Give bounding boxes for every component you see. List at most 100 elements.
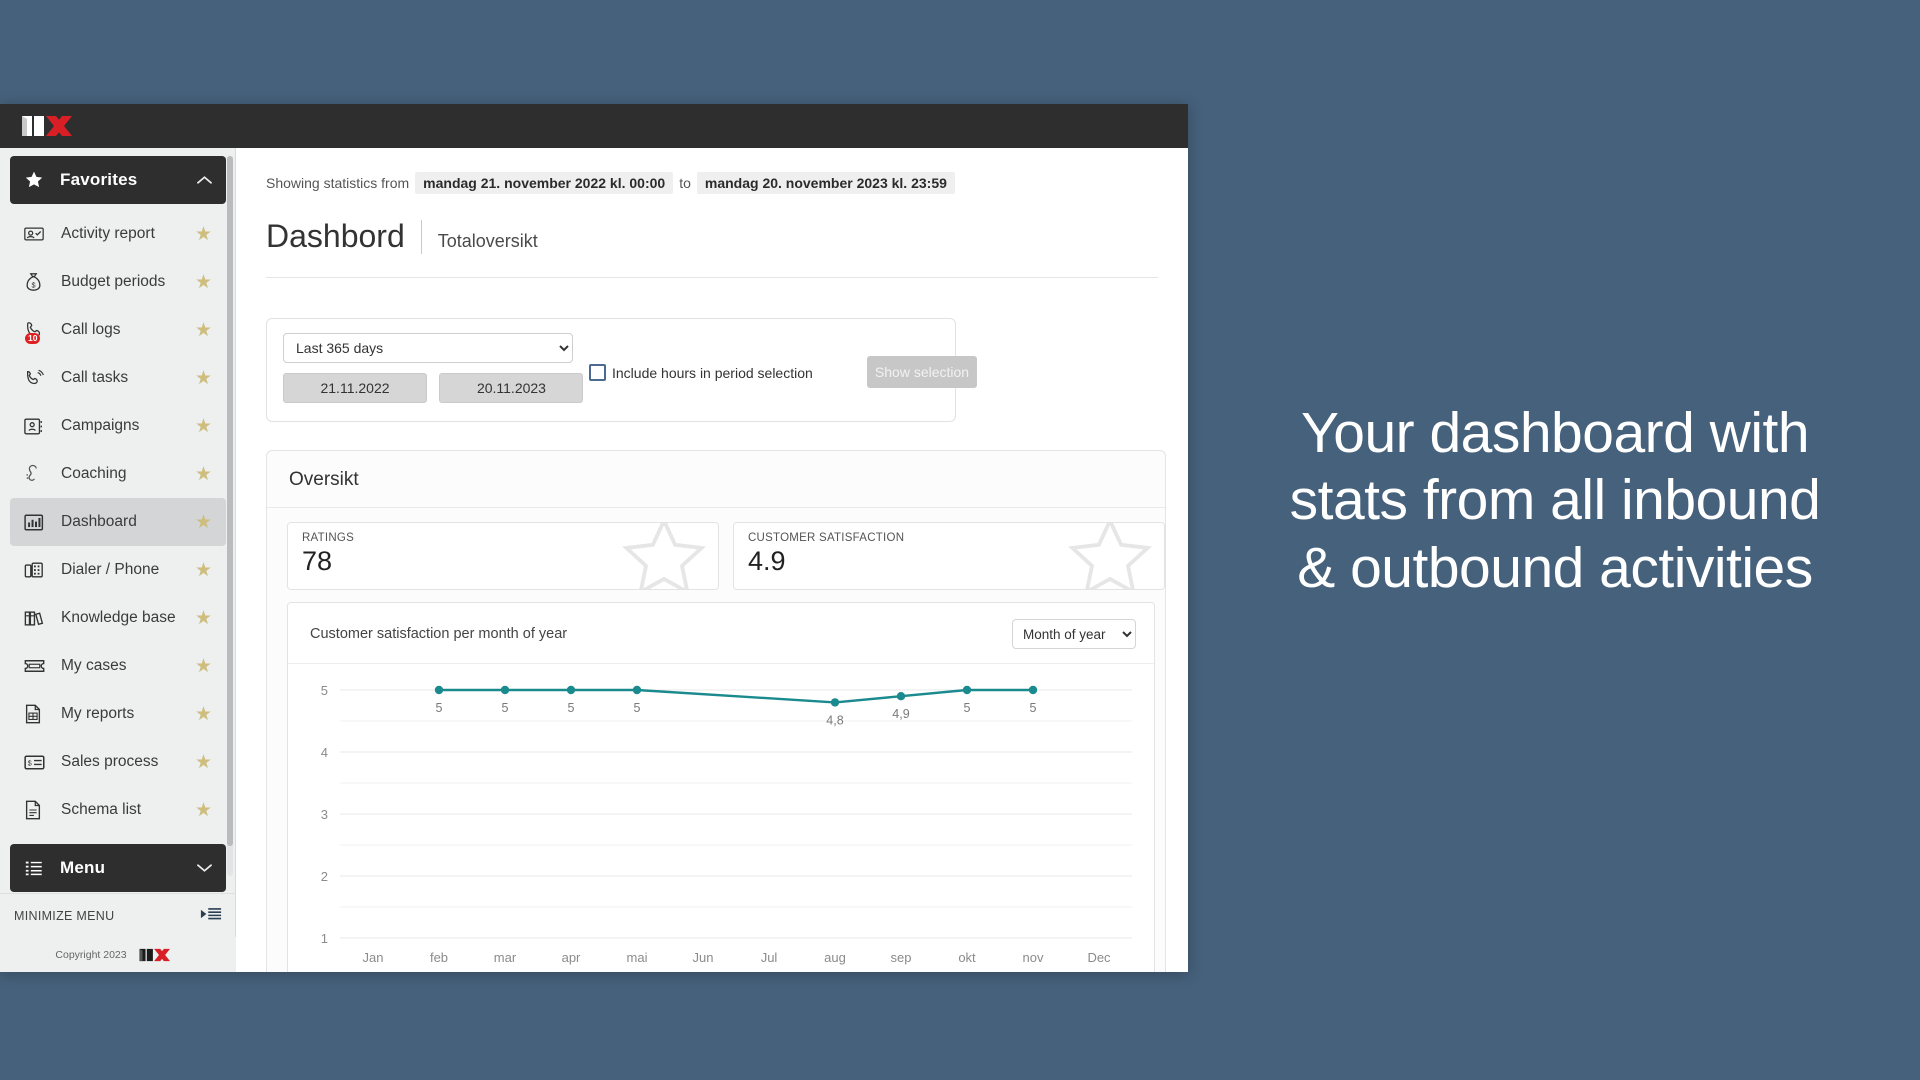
favorite-star-icon[interactable]: ★ (195, 513, 212, 532)
favorite-star-icon[interactable]: ★ (195, 561, 212, 580)
svg-text:okt: okt (958, 950, 976, 965)
svg-text:3: 3 (321, 807, 328, 822)
sidebar-item-label: Dialer / Phone (61, 561, 160, 578)
include-hours-checkbox[interactable] (589, 364, 606, 381)
sidebar-item-label: Call logs (61, 321, 121, 338)
overview-title: Oversikt (267, 451, 1165, 508)
sidebar-item-my-reports[interactable]: My reports ★ (10, 690, 226, 738)
sidebar-item-my-cases[interactable]: My cases ★ (10, 642, 226, 690)
itx-logo[interactable] (18, 113, 90, 139)
star-outline-icon (1068, 523, 1152, 589)
stats-prefix-label: Showing statistics from (266, 175, 410, 191)
sidebar-item-label: Campaigns (61, 417, 140, 434)
line-chart: 1 2 3 4 5 Jan feb mar apr mai Jun Jul aug sep okt nov De… (321, 683, 1132, 965)
chevron-up-icon[interactable] (197, 172, 212, 188)
sidebar-item-call-logs[interactable]: 10 Call logs ★ (10, 306, 226, 354)
caption-line-3: & outbound activities (1297, 535, 1813, 600)
favorite-star-icon[interactable]: ★ (195, 657, 212, 676)
to-date-button[interactable]: 20.11.2023 (439, 373, 584, 403)
favorite-star-icon[interactable]: ★ (195, 225, 212, 244)
sidebar-item-label: Activity report (61, 225, 155, 242)
svg-text:5: 5 (1030, 701, 1037, 715)
kpi-card-ratings[interactable]: RATINGS 78 (287, 522, 719, 590)
stats-date-from[interactable]: mandag 21. november 2022 kl. 00:00 (415, 172, 674, 194)
svg-text:4,8: 4,8 (826, 713, 843, 727)
desk-phone-icon (24, 559, 50, 581)
star-outline-icon (622, 523, 706, 589)
svg-text:nov: nov (1023, 950, 1044, 965)
contact-card-icon (24, 415, 50, 437)
call-logs-badge: 10 (25, 332, 41, 344)
itx-logo-footer (139, 948, 170, 961)
svg-text:5: 5 (634, 701, 641, 715)
star-icon (24, 170, 50, 190)
svg-text:5: 5 (502, 701, 509, 715)
sidebar-favorites-header[interactable]: Favorites (10, 156, 226, 204)
call-log-icon: 10 (24, 319, 50, 344)
overview-panel: Oversikt RATINGS 78 CUSTOMER SATISFACTIO… (266, 450, 1166, 972)
sidebar-item-dashboard[interactable]: Dashboard ★ (10, 498, 226, 546)
period-select[interactable]: Last 365 days (283, 333, 573, 363)
main-content: Showing statistics from mandag 21. novem… (236, 148, 1188, 972)
page-header: Dashbord Totaloversikt (236, 194, 1188, 255)
sidebar-item-budget-periods[interactable]: $ Budget periods ★ (10, 258, 226, 306)
chevron-down-icon[interactable] (197, 860, 212, 876)
bar-chart-icon (24, 511, 50, 533)
sidebar-item-knowledge-base[interactable]: Knowledge base ★ (10, 594, 226, 642)
svg-text:apr: apr (562, 950, 581, 965)
svg-text:4,9: 4,9 (892, 707, 909, 721)
stats-date-to[interactable]: mandag 20. november 2023 kl. 23:59 (696, 172, 955, 194)
favorite-star-icon[interactable]: ★ (195, 273, 212, 292)
favorite-star-icon[interactable]: ★ (195, 705, 212, 724)
sidebar-scrollbar-thumb[interactable] (227, 156, 233, 846)
svg-text:5: 5 (436, 701, 443, 715)
sidebar-item-label: My reports (61, 705, 135, 722)
page-subtitle: Totaloversikt (437, 231, 538, 251)
sidebar-item-label: My cases (61, 657, 127, 674)
sidebar-item-call-tasks[interactable]: Call tasks ★ (10, 354, 226, 402)
sidebar-item-schema-list[interactable]: Schema list ★ (10, 786, 226, 834)
sidebar-item-dialer-phone[interactable]: Dialer / Phone ★ (10, 546, 226, 594)
phone-ring-icon (24, 367, 50, 389)
invoice-icon: $ (24, 751, 50, 773)
include-hours-row[interactable]: Include hours in period selection (589, 364, 813, 381)
books-icon (24, 607, 50, 629)
application-window: Favorites Activity report ★ $ Budget per… (0, 104, 1188, 972)
kpi-card-customer-satisfaction[interactable]: CUSTOMER SATISFACTION 4.9 (733, 522, 1165, 590)
svg-text:Jan: Jan (363, 950, 384, 965)
sidebar-menu-header[interactable]: Menu (10, 844, 226, 892)
caption-line-1: Your dashboard with (1300, 401, 1810, 465)
sidebar-item-coaching[interactable]: Coaching ★ (10, 450, 226, 498)
minimize-menu-button[interactable]: MINIMIZE MENU (0, 893, 236, 937)
copyright-label: Copyright 2023 (55, 948, 127, 961)
app-topbar (0, 104, 1188, 148)
screen: Favorites Activity report ★ $ Budget per… (0, 0, 1920, 1080)
stats-mid-label: to (679, 175, 691, 191)
marketing-caption: Your dashboard with stats from all inbou… (1190, 400, 1920, 602)
sidebar-item-sales-process[interactable]: $ Sales process ★ (10, 738, 226, 786)
from-date-button[interactable]: 21.11.2022 (283, 373, 427, 403)
svg-text:5: 5 (568, 701, 575, 715)
statistics-range-bar: Showing statistics from mandag 21. novem… (236, 148, 1188, 194)
show-selection-button[interactable]: Show selection (867, 356, 977, 388)
sidebar-item-activity-report[interactable]: Activity report ★ (10, 210, 226, 258)
copyright-row: Copyright 2023 (0, 937, 236, 972)
document-icon (24, 799, 50, 821)
svg-text:5: 5 (321, 683, 328, 698)
sidebar-item-campaigns[interactable]: Campaigns ★ (10, 402, 226, 450)
favorite-star-icon[interactable]: ★ (195, 417, 212, 436)
favorite-star-icon[interactable]: ★ (195, 753, 212, 772)
favorite-star-icon[interactable]: ★ (195, 609, 212, 628)
collapse-menu-icon[interactable] (200, 907, 222, 924)
metric-select[interactable]: Month of year (1012, 619, 1136, 649)
favorite-star-icon[interactable]: ★ (195, 801, 212, 820)
sidebar-item-label: Call tasks (61, 369, 129, 386)
favorite-star-icon[interactable]: ★ (195, 465, 212, 484)
favorite-star-icon[interactable]: ★ (195, 321, 212, 340)
svg-text:Jun: Jun (693, 950, 714, 965)
chart-plot: 1 2 3 4 5 Jan feb mar apr mai Jun Jul aug sep okt nov De… (288, 664, 1156, 972)
page-title: Dashbord (266, 218, 405, 254)
svg-text:feb: feb (430, 950, 448, 965)
favorite-star-icon[interactable]: ★ (195, 369, 212, 388)
svg-text:mai: mai (627, 950, 648, 965)
